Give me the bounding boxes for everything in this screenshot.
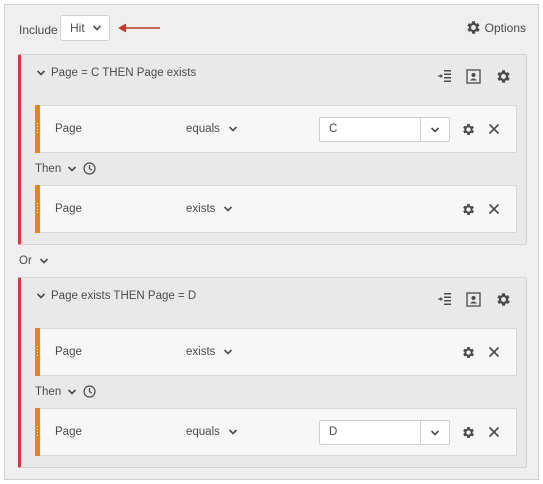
- rule-row[interactable]: Page exists: [35, 328, 517, 376]
- visitor-container-icon[interactable]: [466, 292, 481, 307]
- container-2-header[interactable]: Page exists THEN Page = D: [36, 290, 196, 302]
- annotation-arrow-icon: [118, 23, 160, 33]
- then-label: Then: [35, 162, 62, 175]
- operator-value: equals: [186, 123, 220, 135]
- drag-handle[interactable]: [35, 408, 40, 456]
- operator-dropdown[interactable]: equals: [186, 123, 238, 135]
- exclude-list-icon[interactable]: [437, 69, 452, 84]
- sequential-container-2: Page exists THEN Page = D Page exists Th…: [18, 277, 527, 468]
- visitor-container-icon[interactable]: [466, 69, 481, 84]
- value-input[interactable]: C: [320, 118, 420, 141]
- or-dropdown[interactable]: Or: [19, 255, 49, 267]
- drag-handle[interactable]: [35, 185, 40, 233]
- gear-icon[interactable]: [495, 291, 512, 308]
- container-2-title: Page exists THEN Page = D: [51, 290, 197, 302]
- options-button[interactable]: Options: [465, 19, 526, 36]
- include-select[interactable]: Hit: [60, 15, 110, 41]
- operator-value: exists: [186, 346, 216, 358]
- chevron-down-icon: [228, 429, 237, 435]
- gear-icon[interactable]: [461, 425, 476, 440]
- chevron-down-icon: [430, 126, 440, 133]
- sequential-container-1: Page = C THEN Page exists Page equals C: [18, 54, 527, 245]
- gear-icon[interactable]: [461, 202, 476, 217]
- value-combobox[interactable]: D: [319, 420, 450, 445]
- segment-builder-canvas: Include Hit Options Page = C THEN Page e…: [4, 4, 539, 480]
- close-icon[interactable]: [488, 426, 500, 438]
- include-label: Include: [19, 23, 58, 37]
- chevron-down-icon: [68, 165, 77, 172]
- rule-row[interactable]: Page equals D: [35, 408, 517, 456]
- operator-dropdown[interactable]: exists: [186, 203, 233, 215]
- gear-icon[interactable]: [461, 122, 476, 137]
- drag-handle[interactable]: [35, 105, 40, 153]
- value-dropdown-button[interactable]: [420, 118, 449, 141]
- options-label: Options: [484, 20, 526, 35]
- close-icon[interactable]: [488, 123, 500, 135]
- value-combobox[interactable]: C: [319, 117, 450, 142]
- rule-dimension: Page: [55, 123, 82, 135]
- chevron-down-icon: [430, 429, 440, 436]
- chevron-down-icon: [92, 25, 101, 31]
- container-1-title: Page = C THEN Page exists: [51, 67, 197, 79]
- then-label: Then: [35, 385, 62, 398]
- close-icon[interactable]: [488, 346, 500, 358]
- rule-dimension: Page: [55, 203, 82, 215]
- chevron-down-icon: [224, 206, 233, 212]
- operator-value: exists: [186, 203, 216, 215]
- close-icon[interactable]: [488, 203, 500, 215]
- value-dropdown-button[interactable]: [420, 421, 449, 444]
- then-dropdown[interactable]: Then: [35, 162, 96, 175]
- gear-icon: [467, 21, 480, 34]
- chevron-down-icon: [224, 349, 233, 355]
- rule-row[interactable]: Page equals C: [35, 105, 517, 153]
- chevron-down-icon: [36, 70, 46, 76]
- rule-dimension: Page: [55, 426, 82, 438]
- include-select-value: Hit: [70, 21, 85, 35]
- chevron-down-icon: [68, 388, 77, 395]
- chevron-down-icon: [228, 126, 237, 132]
- clock-icon[interactable]: [83, 385, 96, 398]
- then-dropdown[interactable]: Then: [35, 385, 96, 398]
- operator-dropdown[interactable]: exists: [186, 346, 233, 358]
- clock-icon[interactable]: [83, 162, 96, 175]
- drag-handle[interactable]: [35, 328, 40, 376]
- gear-icon[interactable]: [495, 68, 512, 85]
- rule-dimension: Page: [55, 346, 82, 358]
- or-label: Or: [19, 255, 32, 267]
- gear-icon[interactable]: [461, 345, 476, 360]
- container-1-header[interactable]: Page = C THEN Page exists: [36, 67, 196, 79]
- rule-row[interactable]: Page exists: [35, 185, 517, 233]
- chevron-down-icon: [39, 258, 48, 264]
- exclude-list-icon[interactable]: [437, 292, 452, 307]
- operator-value: equals: [186, 426, 220, 438]
- chevron-down-icon: [36, 293, 46, 299]
- operator-dropdown[interactable]: equals: [186, 426, 238, 438]
- value-input[interactable]: D: [320, 421, 420, 444]
